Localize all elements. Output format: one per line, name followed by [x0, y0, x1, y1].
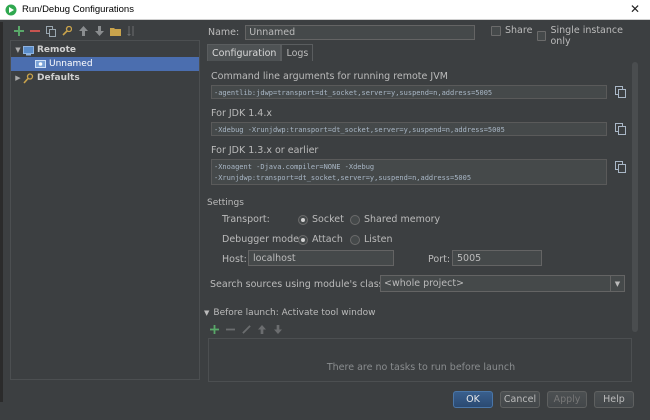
jdk13-label: For JDK 1.3.x or earlier	[211, 145, 319, 156]
share-checkbox[interactable]	[491, 25, 501, 36]
window-title: Run/Debug Configurations	[22, 4, 134, 15]
edit-icon[interactable]	[240, 323, 252, 335]
tab-configuration[interactable]: Configuration	[207, 44, 282, 61]
cancel-button[interactable]: Cancel	[500, 391, 540, 408]
classpath-label: Search sources using module's classpath:	[210, 279, 409, 290]
wrench-icon[interactable]	[61, 25, 73, 37]
tree-item-label: Remote	[37, 45, 77, 55]
transport-shared-memory-radio[interactable]: Shared memory	[350, 214, 440, 225]
settings-separator: Settings	[207, 198, 633, 208]
radio-label: Listen	[364, 234, 393, 245]
tree-item-remote[interactable]: ▼ Remote	[11, 43, 199, 57]
name-label: Name:	[208, 26, 240, 38]
window-left-edge	[0, 22, 3, 402]
tree-item-defaults[interactable]: ▶ Defaults	[11, 71, 199, 85]
share-label: Share	[505, 25, 533, 36]
jdk14-args-field[interactable]: -Xdebug -Xrunjdwp:transport=dt_socket,se…	[211, 122, 607, 136]
remove-icon[interactable]	[29, 25, 41, 37]
configurations-sidebar: ▼ Remote Unnamed ▶ Defaults	[10, 22, 200, 380]
tab-bar: Configuration Logs	[207, 44, 314, 61]
cmd-args-label: Command line arguments for running remot…	[211, 71, 448, 82]
close-icon[interactable]: ✕	[630, 2, 640, 16]
settings-title: Settings	[207, 198, 248, 208]
configuration-tab-body: Command line arguments for running remot…	[207, 61, 633, 191]
host-label: Host:	[222, 254, 247, 265]
tab-logs[interactable]: Logs	[281, 44, 314, 61]
collapse-arrow-icon[interactable]: ▼	[204, 309, 209, 317]
dialog-buttons: OK Cancel Apply Help	[453, 391, 634, 408]
copy-icon[interactable]	[45, 25, 57, 37]
collapse-arrow-icon[interactable]: ▶	[13, 74, 23, 82]
copy-icon[interactable]	[615, 161, 626, 173]
radio-button[interactable]	[298, 234, 308, 245]
before-launch-toolbar	[208, 323, 284, 335]
jdk13-line-1: -Xnoagent -Djava.compiler=NONE -Xdebug	[214, 163, 375, 171]
single-instance-checkbox-group[interactable]: Single instance only	[537, 25, 640, 47]
share-checkbox-group[interactable]: Share	[491, 25, 532, 36]
remote-debug-icon	[35, 59, 46, 68]
sort-icon[interactable]	[125, 25, 137, 37]
tree-item-label: Unnamed	[49, 59, 93, 69]
radio-button[interactable]	[350, 214, 360, 225]
move-down-icon[interactable]	[93, 25, 105, 37]
move-up-icon[interactable]	[77, 25, 89, 37]
help-button[interactable]: Help	[594, 391, 634, 408]
classpath-combo[interactable]: <whole project> ▼	[380, 275, 625, 292]
remote-config-icon	[23, 45, 34, 55]
single-instance-checkbox[interactable]	[537, 31, 547, 41]
before-launch-title: Before launch: Activate tool window	[213, 308, 376, 318]
host-input[interactable]: localhost	[248, 250, 394, 266]
single-instance-label: Single instance only	[550, 25, 623, 47]
expand-arrow-icon[interactable]: ▼	[13, 46, 23, 54]
port-input[interactable]: 5005	[452, 250, 542, 266]
chevron-down-icon[interactable]: ▼	[610, 276, 624, 291]
debugger-mode-label: Debugger mode:	[222, 234, 303, 245]
configuration-editor: Name: Unnamed Share Single instance only…	[204, 22, 640, 382]
copy-icon[interactable]	[615, 86, 626, 98]
intellij-app-icon	[5, 4, 17, 15]
transport-socket-radio[interactable]: Socket	[298, 214, 344, 225]
before-launch-header[interactable]: ▼ Before launch: Activate tool window	[204, 308, 375, 318]
remove-icon[interactable]	[224, 323, 236, 335]
port-label: Port:	[428, 254, 451, 265]
cmd-args-field[interactable]: -agentlib:jdwp=transport=dt_socket,serve…	[211, 85, 607, 99]
tree-item-unnamed[interactable]: Unnamed	[11, 57, 199, 71]
radio-label: Shared memory	[364, 214, 441, 225]
window-title-bar: Run/Debug Configurations ✕	[0, 0, 650, 20]
jdk14-label: For JDK 1.4.x	[211, 108, 272, 119]
move-down-icon[interactable]	[272, 323, 284, 335]
wrench-icon	[23, 72, 34, 84]
apply-button[interactable]: Apply	[547, 391, 587, 408]
add-icon[interactable]	[208, 323, 220, 335]
radio-button[interactable]	[298, 214, 308, 225]
before-launch-empty-text: There are no tasks to run before launch	[326, 362, 516, 373]
jdk13-args-field[interactable]: -Xnoagent -Djava.compiler=NONE -Xdebug -X…	[211, 159, 607, 185]
tree-item-label: Defaults	[37, 73, 80, 83]
folder-icon[interactable]	[109, 25, 121, 37]
transport-label: Transport:	[222, 214, 270, 225]
before-launch-task-list[interactable]: There are no tasks to run before launch	[208, 338, 632, 382]
jdk13-line-2: -Xrunjdwp:transport=dt_socket,server=y,s…	[214, 174, 472, 182]
vertical-scrollbar[interactable]	[632, 62, 638, 332]
debugger-mode-listen-radio[interactable]: Listen	[350, 234, 392, 245]
sidebar-toolbar	[10, 22, 200, 40]
ok-button[interactable]: OK	[453, 391, 493, 408]
add-icon[interactable]	[13, 25, 25, 37]
radio-label: Socket	[312, 214, 344, 225]
copy-icon[interactable]	[615, 123, 626, 135]
name-input[interactable]: Unnamed	[245, 24, 476, 40]
configurations-tree: ▼ Remote Unnamed ▶ Defaults	[10, 40, 200, 380]
classpath-value: <whole project>	[384, 278, 464, 289]
move-up-icon[interactable]	[256, 323, 268, 335]
radio-button[interactable]	[350, 234, 360, 245]
radio-label: Attach	[312, 234, 343, 245]
debugger-mode-attach-radio[interactable]: Attach	[298, 234, 343, 245]
